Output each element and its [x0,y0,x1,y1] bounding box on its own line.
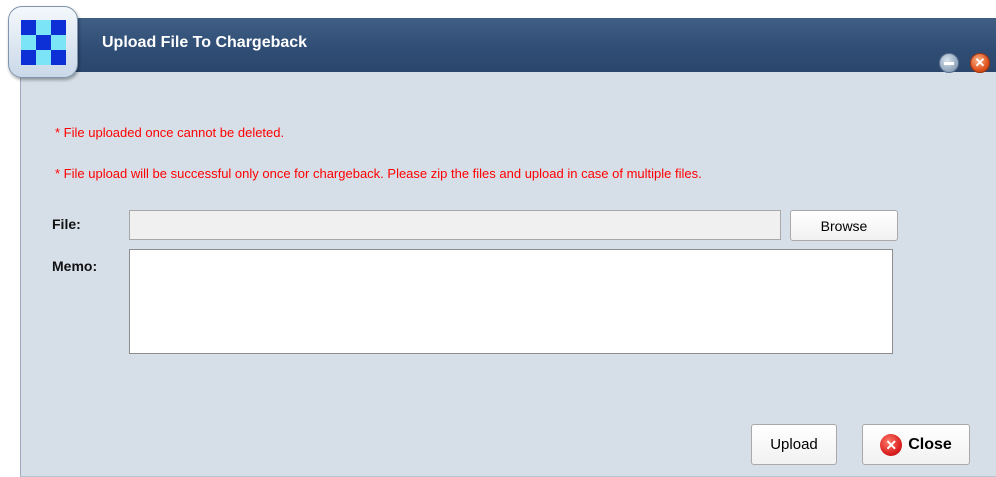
logo-cell [51,50,66,65]
logo-cell [51,35,66,50]
close-icon: ✕ [880,433,903,456]
logo-cell [36,35,51,50]
logo-cell [36,50,51,65]
title-bar[interactable]: Upload File To Chargeback ✕ [21,18,996,73]
upload-button[interactable]: Upload [751,424,837,465]
close-button[interactable]: ✕ Close [862,424,970,465]
logo-cell [51,20,66,35]
logo-cell [36,20,51,35]
browse-button[interactable]: Browse [790,210,898,241]
logo-cell [21,50,36,65]
minimize-icon[interactable] [939,53,959,73]
memo-label: Memo: [52,258,98,274]
notice-zip-files: * File upload will be successful only on… [55,166,702,181]
close-button-label: Close [908,435,952,453]
logo-cell [21,20,36,35]
checkerboard-logo-icon [21,20,66,65]
dialog-title: Upload File To Chargeback [102,34,308,51]
app-logo [8,6,78,78]
file-label: File: [52,216,81,232]
logo-cell [21,35,36,50]
notice-no-delete: * File uploaded once cannot be deleted. [55,125,285,140]
window-close-icon[interactable]: ✕ [970,53,990,73]
upload-dialog: Upload File To Chargeback ✕ * File uploa… [20,18,996,477]
file-path-input[interactable] [129,210,781,240]
memo-textarea[interactable] [129,249,893,354]
